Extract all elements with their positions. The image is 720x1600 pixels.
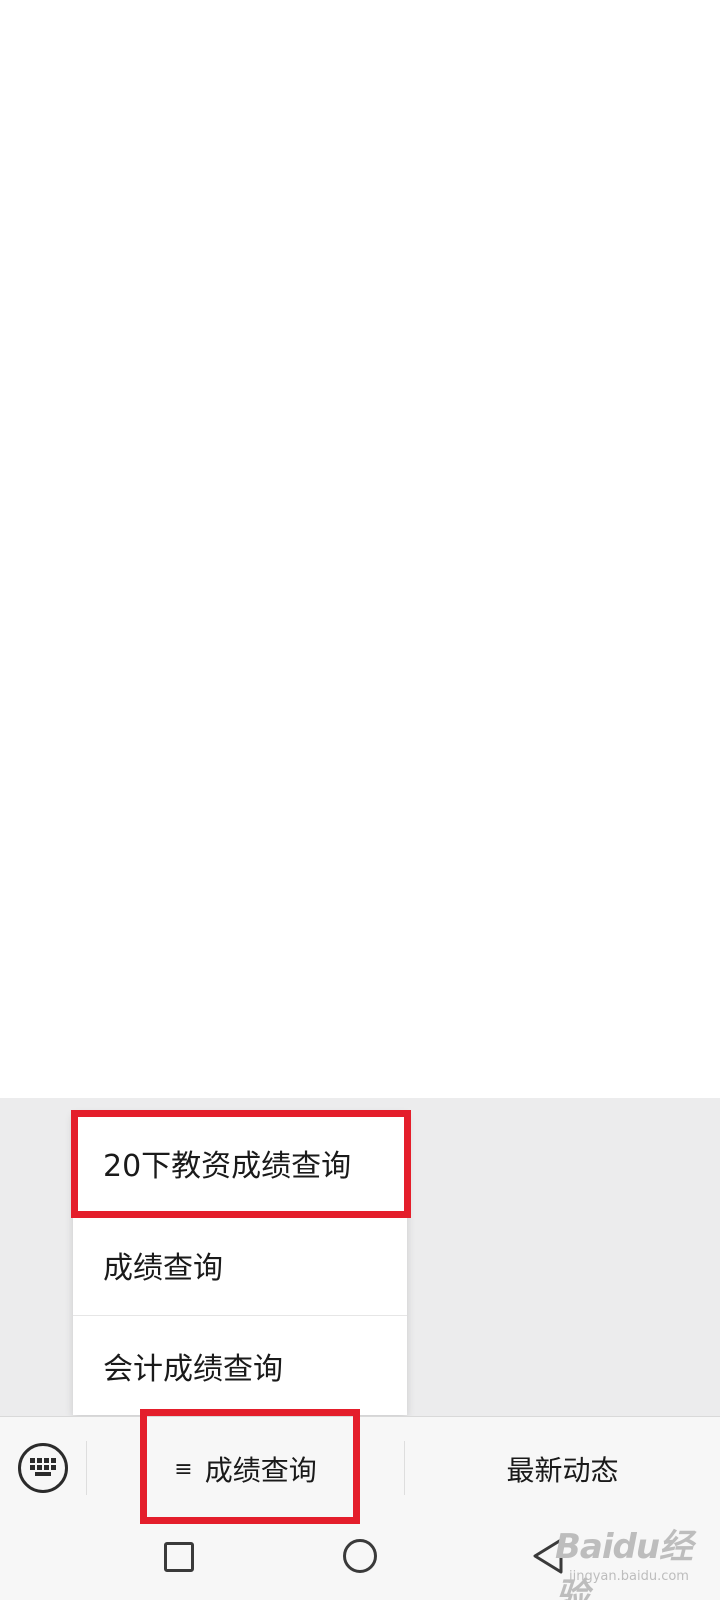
baidu-watermark: Baidu经验 jingyan.baidu.com: [555, 1505, 715, 1600]
keyboard-icon: [30, 1458, 56, 1476]
menu-lines-icon: ≡: [174, 1456, 193, 1482]
home-icon[interactable]: [343, 1539, 377, 1573]
chat-screen: 20下教资成绩查询 成绩查询 会计成绩查询 ≡ 成绩查询 最新动态 Baidu经…: [0, 0, 720, 1600]
watermark-logo: Baidu经验: [555, 1527, 693, 1600]
message-area: [0, 0, 720, 1098]
submenu-popup: 20下教资成绩查询 成绩查询 会计成绩查询: [73, 1113, 407, 1415]
submenu-item-score[interactable]: 成绩查询: [73, 1214, 407, 1314]
recent-apps-icon[interactable]: [164, 1542, 194, 1572]
watermark-url: jingyan.baidu.com: [569, 1569, 689, 1584]
keyboard-toggle-button[interactable]: [18, 1443, 68, 1493]
submenu-item-teacher-score[interactable]: 20下教资成绩查询: [73, 1113, 407, 1213]
menu-tab-score-query[interactable]: ≡ 成绩查询: [87, 1417, 404, 1521]
menu-tab-label: 成绩查询: [204, 1454, 317, 1487]
submenu-item-accounting-score[interactable]: 会计成绩查询: [73, 1315, 407, 1415]
menu-tab-label: 最新动态: [506, 1454, 619, 1487]
